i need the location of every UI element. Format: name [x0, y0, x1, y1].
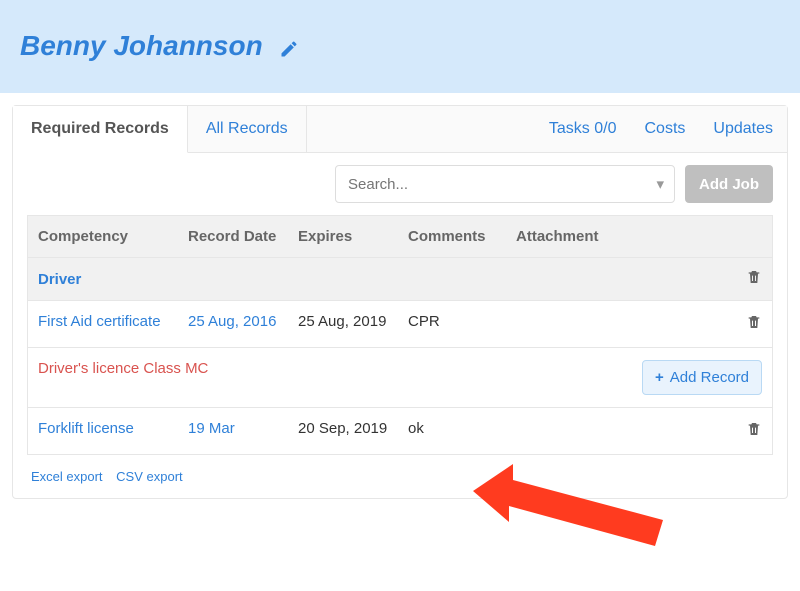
- tab-required-records[interactable]: Required Records: [13, 106, 188, 153]
- search-input[interactable]: ▾: [335, 165, 675, 203]
- controls-row: ▾ Add Job: [13, 153, 787, 215]
- records-table: Competency Record Date Expires Comments …: [27, 215, 773, 455]
- expires-text: 20 Sep, 2019: [298, 420, 408, 437]
- records-panel: Required Records All Records Tasks 0/0 C…: [12, 105, 788, 499]
- expires-text: 25 Aug, 2019: [298, 313, 408, 330]
- tab-updates[interactable]: Updates: [699, 106, 787, 152]
- excel-export-link[interactable]: Excel export: [31, 469, 103, 484]
- plus-icon: +: [655, 369, 664, 386]
- col-attachment: Attachment: [516, 228, 622, 245]
- tab-tasks[interactable]: Tasks 0/0: [535, 106, 631, 152]
- add-record-label: Add Record: [670, 369, 749, 386]
- comments-text: ok: [408, 420, 516, 437]
- search-field[interactable]: [346, 175, 656, 194]
- col-competency: Competency: [38, 228, 188, 245]
- record-date-link[interactable]: 25 Aug, 2016: [188, 313, 298, 330]
- trash-icon[interactable]: [746, 318, 762, 335]
- add-record-button[interactable]: + Add Record: [642, 360, 762, 395]
- competency-link[interactable]: First Aid certificate: [38, 313, 188, 330]
- tab-all-records[interactable]: All Records: [188, 106, 307, 152]
- edit-icon[interactable]: [279, 39, 299, 63]
- add-job-button[interactable]: Add Job: [685, 165, 773, 203]
- table-group-row: Driver: [28, 257, 772, 300]
- export-links: Excel export CSV export: [13, 455, 787, 498]
- table-row: Forklift license 19 Mar 20 Sep, 2019 ok: [28, 407, 772, 454]
- trash-icon[interactable]: [746, 425, 762, 442]
- page-header: Benny Johannson: [0, 0, 800, 93]
- comments-text: CPR: [408, 313, 516, 330]
- table-row: Driver's licence Class MC + Add Record: [28, 347, 772, 407]
- competency-missing-link[interactable]: Driver's licence Class MC: [38, 360, 622, 377]
- chevron-down-icon[interactable]: ▾: [656, 175, 664, 193]
- col-record-date: Record Date: [188, 228, 298, 245]
- trash-icon[interactable]: [746, 273, 762, 290]
- competency-link[interactable]: Driver: [38, 271, 622, 288]
- tab-costs[interactable]: Costs: [631, 106, 700, 152]
- col-comments: Comments: [408, 228, 516, 245]
- col-expires: Expires: [298, 228, 408, 245]
- csv-export-link[interactable]: CSV export: [116, 469, 182, 484]
- record-date-link[interactable]: 19 Mar: [188, 420, 298, 437]
- table-row: First Aid certificate 25 Aug, 2016 25 Au…: [28, 300, 772, 347]
- page-title: Benny Johannson: [20, 30, 263, 62]
- competency-link[interactable]: Forklift license: [38, 420, 188, 437]
- table-header: Competency Record Date Expires Comments …: [28, 216, 772, 257]
- tabs-row: Required Records All Records Tasks 0/0 C…: [13, 106, 787, 153]
